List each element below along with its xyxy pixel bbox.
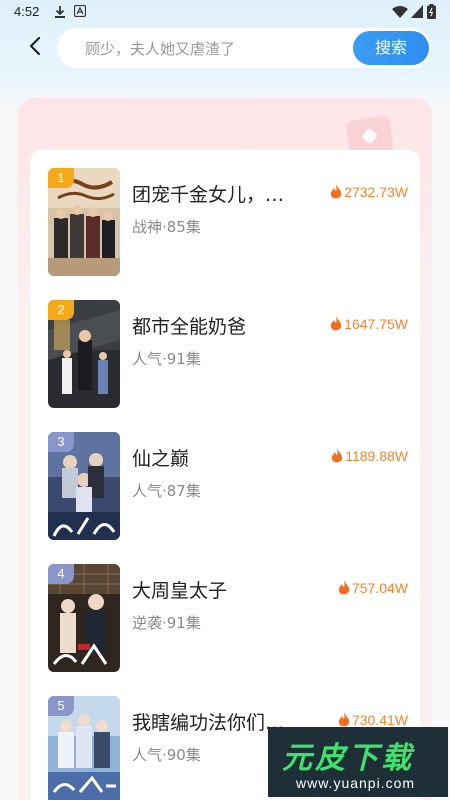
poster-image[interactable]: 3 — [48, 432, 120, 540]
watermark: 元皮下载 www.yuanpi.com — [268, 727, 448, 797]
heat-text: 1189.88W — [345, 448, 408, 464]
search-input[interactable]: 顾少，夫人她又虐渣了 — [85, 38, 235, 59]
drama-title[interactable]: 都市全能奶爸 — [132, 312, 246, 339]
drama-meta: 人气·91集 — [132, 350, 201, 368]
rank-badge: 5 — [48, 696, 74, 716]
drama-meta: 人气·87集 — [132, 482, 201, 500]
heat-value: 757.04W — [338, 580, 408, 596]
poster-image[interactable]: 4 — [48, 564, 120, 672]
watermark-logo: 元皮下载 — [282, 741, 414, 776]
app-notification-icon — [74, 5, 86, 17]
wifi-icon — [392, 6, 408, 18]
heat-text: 1647.75W — [344, 316, 408, 332]
flame-icon — [330, 316, 342, 331]
flame-icon — [338, 580, 350, 595]
list-item[interactable]: 1 团宠千金女儿，… 战神·85集 2732.73W — [30, 150, 420, 276]
flame-icon — [338, 712, 350, 727]
download-icon — [55, 6, 65, 18]
battery-icon — [427, 4, 436, 19]
heat-value: 1647.75W — [330, 316, 408, 332]
chevron-left-icon — [29, 36, 41, 56]
heat-text: 2732.73W — [344, 184, 408, 200]
drama-title[interactable]: 团宠千金女儿，… — [132, 180, 284, 207]
rank-badge: 3 — [48, 432, 74, 452]
rank-list: 1 团宠千金女儿，… 战神·85集 2732.73W 2 都市全能奶爸 人气·9… — [30, 150, 420, 800]
heat-value: 2732.73W — [330, 184, 408, 200]
heat-value: 730.41W — [338, 712, 408, 728]
heat-value: 1189.88W — [331, 448, 408, 464]
drama-meta: 人气·90集 — [132, 746, 201, 764]
list-item[interactable]: 3 仙之巅 人气·87集 1189.88W — [30, 414, 420, 540]
drama-title[interactable]: 仙之巅 — [132, 444, 189, 471]
rank-badge: 4 — [48, 564, 74, 584]
heat-text: 757.04W — [351, 580, 408, 596]
status-bar: 4:52 — [0, 0, 450, 24]
signal-icon — [411, 5, 423, 18]
search-bar[interactable]: 顾少，夫人她又虐渣了 搜索 — [57, 28, 431, 68]
flame-icon — [332, 448, 343, 463]
list-item[interactable]: 4 大周皇太子 逆袭·91集 757.04W — [30, 546, 420, 672]
drama-title[interactable]: 大周皇太子 — [132, 576, 227, 603]
list-item[interactable]: 2 都市全能奶爸 人气·91集 1647.75W — [30, 282, 420, 408]
search-button[interactable]: 搜索 — [353, 31, 429, 65]
drama-title[interactable]: 我瞎编功法你们… — [132, 708, 284, 735]
drama-meta: 战神·85集 — [132, 218, 201, 236]
heat-text: 730.41W — [351, 712, 408, 728]
flame-icon — [330, 184, 342, 199]
poster-image[interactable]: 2 — [48, 300, 120, 408]
rank-badge: 2 — [48, 300, 74, 320]
back-button[interactable] — [24, 34, 48, 58]
drama-meta: 逆袭·91集 — [132, 614, 201, 632]
rank-badge: 1 — [48, 168, 74, 188]
poster-image[interactable]: 1 — [48, 168, 120, 276]
poster-image[interactable]: 5 — [48, 696, 120, 800]
watermark-url: www.yuanpi.com — [296, 775, 416, 791]
status-time: 4:52 — [14, 4, 40, 19]
